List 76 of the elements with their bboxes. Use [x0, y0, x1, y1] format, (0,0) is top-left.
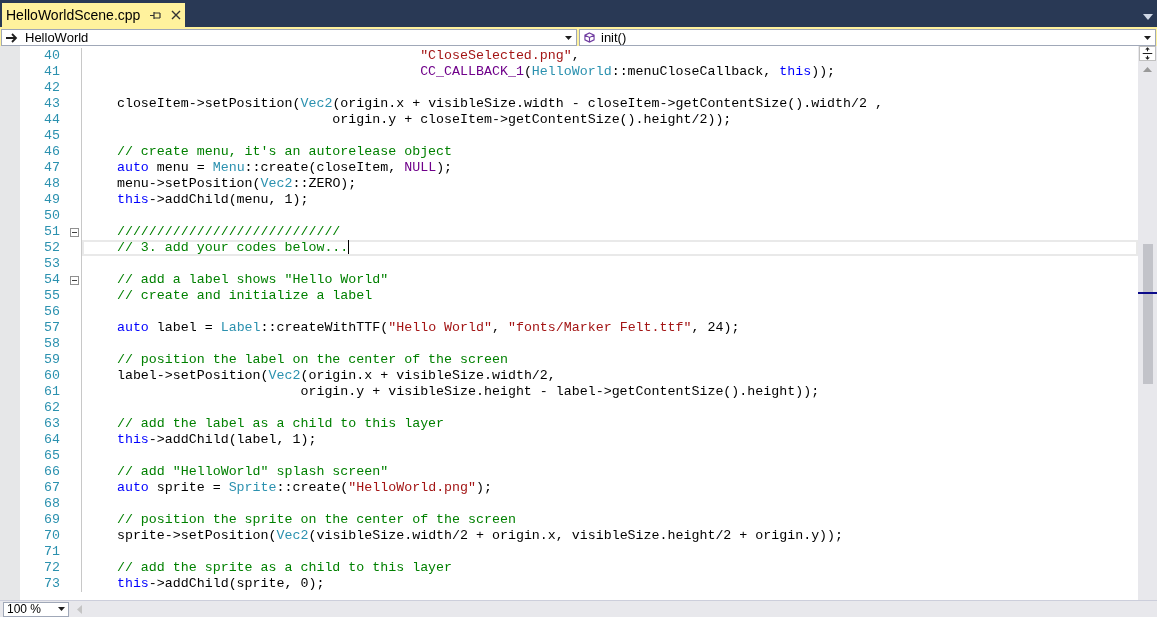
caret-icon [565, 35, 572, 40]
caret-icon [58, 607, 65, 611]
line-number: 50 [43, 208, 60, 224]
vertical-scrollbar[interactable] [1138, 46, 1157, 600]
line-number: 51 [43, 224, 60, 240]
scrollbar-thumb[interactable] [1142, 244, 1153, 384]
close-icon[interactable] [171, 10, 182, 20]
line-number: 49 [43, 192, 60, 208]
code-line: CC_CALLBACK_1(HelloWorld::menuCloseCallback, this)); [419, 64, 836, 80]
scope-dropdown[interactable]: HelloWorld [1, 29, 577, 46]
code-line: "CloseSelected.png", [419, 48, 580, 64]
code-line: origin.y + closeItem->getContentSize().height/2)); [331, 112, 732, 128]
line-number: 71 [43, 544, 60, 560]
line-number: 66 [43, 464, 60, 480]
code-line: //////////////////////////// [115, 224, 341, 240]
cube-icon [584, 32, 595, 43]
collapse-icon[interactable] [70, 227, 79, 237]
line-number: 72 [43, 560, 60, 576]
code-line: // add the label as a child to this layer [115, 416, 445, 432]
code-line: this->addChild(label, 1); [115, 432, 317, 448]
code-line: sprite->setPosition(Vec2(visibleSize.width/2 + origin.x, visibleSize.height/2 + origin.y)); [115, 528, 844, 544]
line-number: 64 [43, 432, 60, 448]
line-number: 58 [43, 336, 60, 352]
line-number: 55 [43, 288, 60, 304]
line-number: 65 [43, 448, 60, 464]
line-number: 47 [43, 160, 60, 176]
line-number: 70 [43, 528, 60, 544]
code-line: // add a label shows "Hello World" [115, 272, 389, 288]
line-number: 52 [43, 240, 60, 256]
code-line: // 3. add your codes below... [115, 240, 350, 256]
line-number: 60 [43, 368, 60, 384]
code-line: // position the sprite on the center of the screen [115, 512, 516, 528]
member-dropdown[interactable]: init() [579, 29, 1156, 46]
code-line: closeItem->setPosition(Vec2(origin.x + visibleSize.width - closeItem->getContentSize().width/2 , [115, 96, 883, 112]
line-number: 42 [43, 80, 60, 96]
line-number: 61 [43, 384, 60, 400]
line-number: 56 [43, 304, 60, 320]
collapse-icon[interactable] [70, 275, 79, 285]
caret-icon [1144, 35, 1151, 40]
code-line: // position the label on the center of the screen [115, 352, 508, 368]
code-line: origin.y + visibleSize.height - label->getContentSize().height)); [299, 384, 820, 400]
position-marker [1138, 292, 1157, 294]
code-line: auto menu = Menu::create(closeItem, NULL); [115, 160, 453, 176]
line-number: 46 [43, 144, 60, 160]
code-line: // create and initialize a label [115, 288, 373, 304]
line-number: 44 [43, 112, 60, 128]
line-number: 45 [43, 128, 60, 144]
code-line: // add "HelloWorld" splash screen" [115, 464, 389, 480]
split-icon[interactable] [1139, 46, 1156, 61]
pin-icon[interactable] [150, 10, 162, 20]
code-line: this->addChild(sprite, 0); [115, 576, 325, 592]
file-tab[interactable]: HelloWorldScene.cpp [2, 3, 186, 27]
code-line: menu->setPosition(Vec2::ZERO); [115, 176, 357, 192]
code-line: auto sprite = Sprite::create("HelloWorld.png"); [115, 480, 492, 496]
code-line: auto label = Label::createWithTTF("Hello World", "fonts/Marker Felt.ttf", 24); [115, 320, 740, 336]
code-line: // create menu, it's an autorelease object [115, 144, 453, 160]
line-number: 63 [43, 416, 60, 432]
line-number: 57 [43, 320, 60, 336]
code-line: this->addChild(menu, 1); [115, 192, 309, 208]
line-number: 59 [43, 352, 60, 368]
line-number: 53 [43, 256, 60, 272]
line-number: 62 [43, 400, 60, 416]
line-number: 40 [43, 48, 60, 64]
line-number: 54 [43, 272, 60, 288]
line-number: 73 [43, 576, 60, 592]
line-number: 67 [43, 480, 60, 496]
line-number: 41 [43, 64, 60, 80]
line-number: 69 [43, 512, 60, 528]
line-number: 48 [43, 176, 60, 192]
arrow-icon [6, 32, 19, 43]
code-line: label->setPosition(Vec2(origin.x + visibleSize.width/2, [115, 368, 556, 384]
code-line: // add the sprite as a child to this layer [115, 560, 453, 576]
line-number: 43 [43, 96, 60, 112]
zoom-dropdown[interactable]: 100 % [3, 601, 69, 617]
line-number: 68 [43, 496, 60, 512]
dropdown-icon[interactable] [1143, 14, 1153, 20]
